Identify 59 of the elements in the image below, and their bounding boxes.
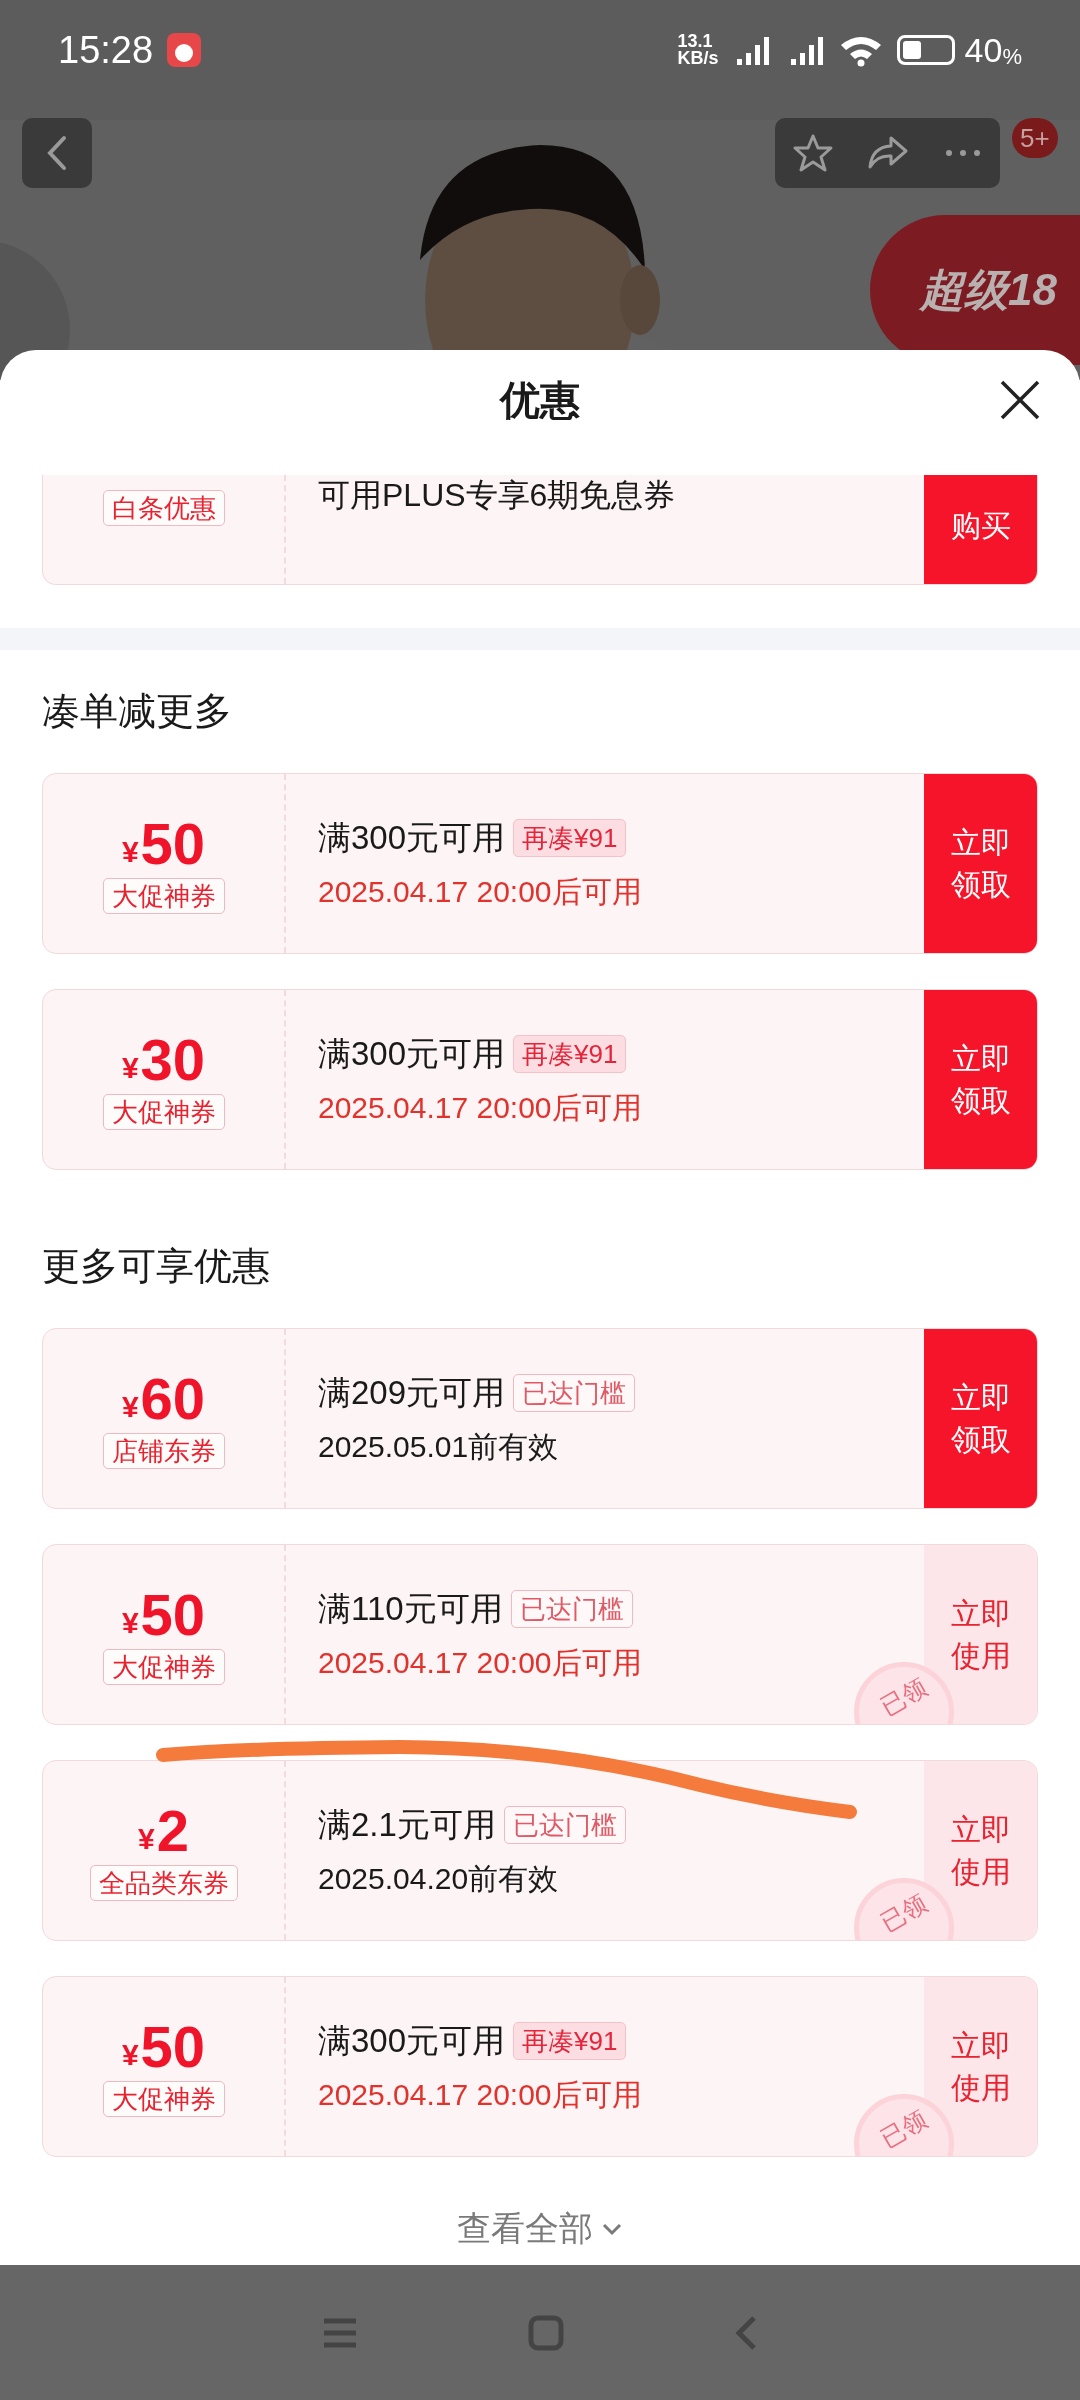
coupon-amount: ¥30 (121, 1029, 206, 1090)
claimed-stamp: 已领 (854, 1662, 954, 1724)
close-button[interactable] (998, 378, 1042, 422)
coupon-amount: ¥50 (121, 813, 206, 874)
network-speed-value: 13.1 (677, 33, 714, 50)
coupon-tag: 大促神券 (102, 2080, 225, 2117)
coupon-condition: 满300元可用 (318, 2021, 506, 2062)
coupon-validity: 2025.04.17 20:00后可用 (318, 1644, 643, 1681)
view-all-button[interactable]: 查看全部 (457, 2203, 623, 2254)
star-icon (792, 133, 833, 173)
coupon-condition: 满110元可用 (318, 1589, 503, 1630)
sheet-title: 优惠 (500, 377, 580, 424)
battery-percent-sign: % (1002, 42, 1022, 71)
coupon-amount: ¥50 (121, 2016, 206, 2077)
battery-percent: 40 (964, 29, 1003, 71)
threshold-badge: 已达门槛 (510, 1590, 633, 1628)
status-time: 15:28 (58, 27, 154, 73)
promo-label: 超级18 (920, 264, 1057, 316)
claimed-stamp: 已领 (854, 2094, 954, 2156)
threshold-badge: 再凑¥91 (513, 1035, 627, 1073)
coupon-tag: 店铺东券 (102, 1432, 225, 1469)
coupon-title: 可用PLUS专享6期免息券 (318, 477, 676, 513)
coupon-condition: 满300元可用 (318, 1034, 506, 1075)
more-icon (944, 149, 981, 157)
close-icon (1000, 380, 1040, 420)
coupon-validity: 2025.05.01前有效 (318, 1428, 560, 1465)
coupon-tag: 大促神券 (102, 877, 225, 914)
app-notification-icon (167, 33, 202, 67)
coupon-tag: 大促神券 (102, 1648, 225, 1685)
coupon-validity: 2025.04.17 20:00后可用 (318, 873, 643, 910)
claimed-stamp: 已领 (854, 1878, 954, 1940)
coupon-validity: 2025.04.17 20:00后可用 (318, 1089, 643, 1126)
threshold-badge: 再凑¥91 (513, 819, 627, 857)
claim-button[interactable]: 立即领取 (924, 990, 1037, 1169)
coupon-amount: ¥60 (121, 1368, 206, 1429)
coupon-tag: 全品类东券 (89, 1864, 238, 1901)
coupon-tag: 大促神券 (102, 1093, 225, 1130)
back-button[interactable] (22, 118, 92, 188)
threshold-badge: 再凑¥91 (513, 2022, 627, 2060)
network-speed-unit: KB/s (677, 50, 719, 67)
coupon-condition: 满209元可用 (318, 1373, 506, 1414)
section-title: 更多可享优惠 (42, 1244, 270, 1289)
chevron-down-icon (601, 2221, 623, 2236)
coupon-condition: 满300元可用 (318, 818, 506, 859)
coupon-amount: ¥2 (138, 1800, 189, 1861)
buy-button[interactable]: 购买 (924, 475, 1037, 584)
battery-icon (896, 35, 955, 65)
threshold-badge: 已达门槛 (513, 1374, 636, 1412)
threshold-badge: 已达门槛 (503, 1806, 626, 1844)
claim-button[interactable]: 立即领取 (924, 1329, 1037, 1508)
coupon-validity: 2025.04.20前有效 (318, 1860, 560, 1897)
claim-button[interactable]: 立即领取 (924, 774, 1037, 953)
back-icon (46, 135, 68, 171)
section-title: 凑单减更多 (42, 689, 232, 734)
coupon-tag: 白条优惠 (102, 490, 225, 526)
share-icon (866, 135, 909, 171)
coupon-validity: 2025.04.17 20:00后可用 (318, 2076, 643, 2113)
coupon-amount: ¥50 (121, 1584, 206, 1645)
coupon-condition: 满2.1元可用 (318, 1805, 496, 1846)
